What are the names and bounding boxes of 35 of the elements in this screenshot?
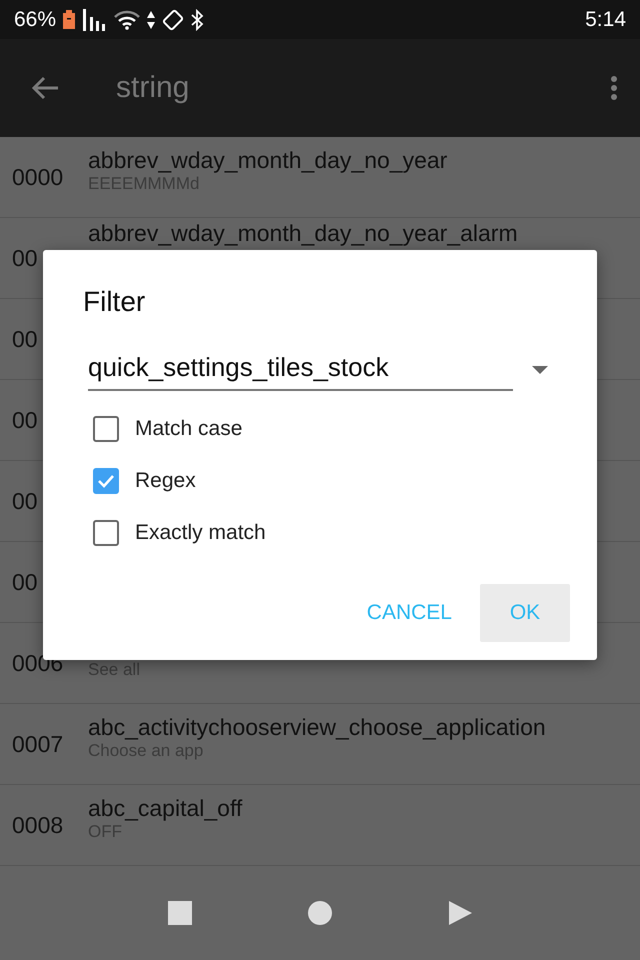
checkbox[interactable] <box>93 468 119 494</box>
checkbox[interactable] <box>93 416 119 442</box>
string-name: abbrev_wday_month_day_no_year <box>88 146 448 174</box>
rotate-icon <box>162 8 184 31</box>
item-number: 0000 <box>11 164 64 191</box>
dropdown-caret-icon[interactable] <box>531 364 549 374</box>
wifi-icon <box>114 10 140 30</box>
string-name: abbrev_wday_month_day_no_year_alarm <box>88 219 518 248</box>
more-options-button[interactable] <box>610 75 618 102</box>
item-number: 00 <box>11 568 39 596</box>
item-number: 00 <box>11 406 39 434</box>
item-number: 00 <box>11 244 39 272</box>
item-number: 0008 <box>11 812 64 839</box>
bluetooth-icon <box>190 8 204 31</box>
battery-percent: 66% <box>14 8 56 32</box>
item-number: 0007 <box>11 730 64 758</box>
screen-title: string <box>116 71 190 106</box>
filter-field[interactable]: quick_settings_tiles_stock <box>88 348 513 391</box>
data-arrows-icon <box>146 10 156 30</box>
ok-button[interactable]: OK <box>480 584 570 642</box>
dialog-title: Filter <box>83 286 146 318</box>
back-button[interactable] <box>30 75 60 102</box>
checkbox-label: Exactly match <box>135 521 266 545</box>
checkbox[interactable] <box>93 520 119 546</box>
string-name: abc_capital_off <box>88 794 242 822</box>
battery-icon <box>62 10 76 30</box>
clock: 5:14 <box>585 8 626 32</box>
string-name: abc_activitychooserview_choose_application <box>88 713 546 742</box>
recents-button[interactable] <box>167 900 193 926</box>
home-button[interactable] <box>307 900 333 926</box>
checkbox-label: Regex <box>135 469 196 493</box>
checkbox-label: Match case <box>135 417 242 441</box>
item-number: 00 <box>11 488 39 515</box>
item-number: 00 <box>11 326 39 353</box>
back-nav-button[interactable] <box>447 900 473 926</box>
